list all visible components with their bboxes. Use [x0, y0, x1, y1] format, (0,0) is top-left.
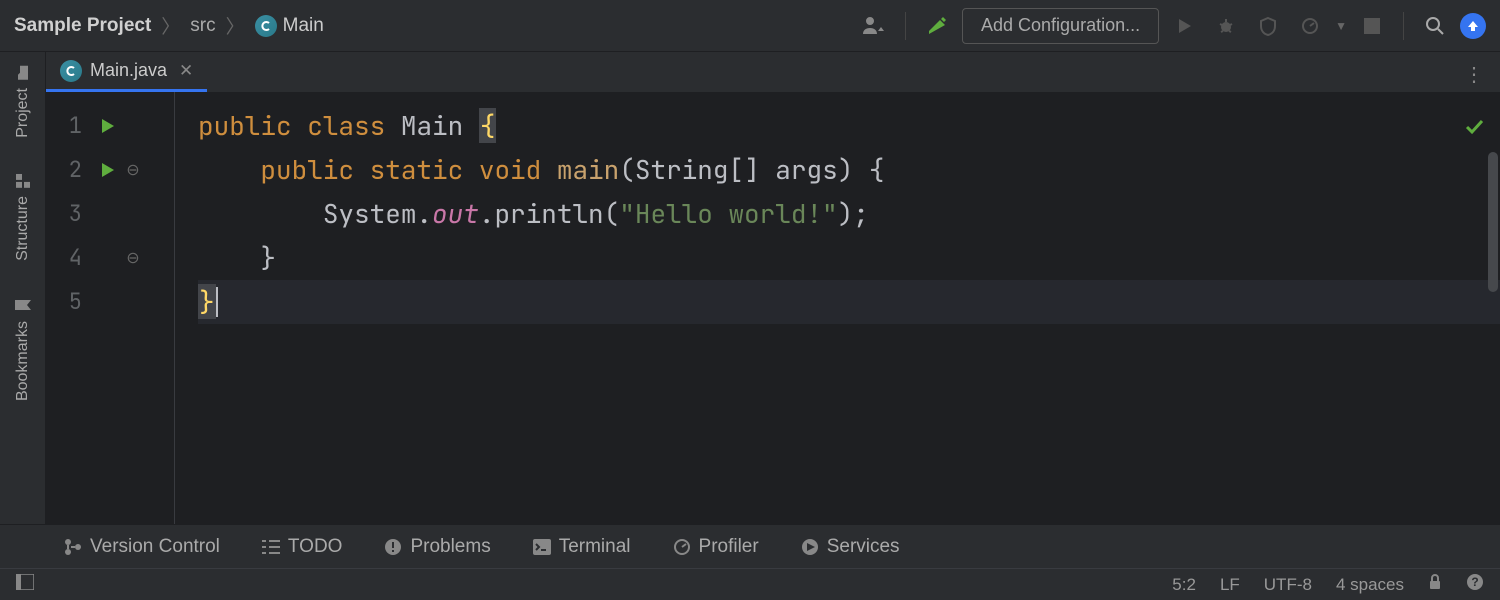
- divider: [905, 12, 906, 40]
- services-tool-tab[interactable]: Services: [801, 536, 900, 558]
- code-editor[interactable]: 12⊖34⊖5 public class Main { public stati…: [46, 92, 1500, 524]
- class-icon: [60, 60, 82, 82]
- gutter-line[interactable]: 2⊖: [46, 148, 174, 192]
- code-line[interactable]: public class Main {: [198, 104, 1500, 148]
- gutter-line[interactable]: 1: [46, 104, 174, 148]
- status-position[interactable]: 5:2: [1172, 575, 1196, 595]
- status-encoding[interactable]: UTF-8: [1264, 575, 1312, 595]
- stop-button[interactable]: [1355, 9, 1389, 43]
- structure-tool-tab[interactable]: Structure: [14, 174, 32, 261]
- divider: [1403, 12, 1404, 40]
- run-configuration-select[interactable]: Add Configuration...: [962, 8, 1159, 44]
- code-line[interactable]: System.out.println("Hello world!");: [198, 192, 1500, 236]
- version-control-tool-tab[interactable]: Version Control: [64, 536, 220, 558]
- structure-icon: [16, 174, 30, 188]
- update-button[interactable]: [1460, 13, 1486, 39]
- help-icon[interactable]: ?: [1466, 573, 1484, 596]
- code-line[interactable]: public static void main(String[] args) {: [198, 148, 1500, 192]
- run-gutter-icon[interactable]: [92, 162, 122, 178]
- vcs-user-button[interactable]: [857, 9, 891, 43]
- editor-tab-label: Main.java: [90, 60, 167, 81]
- code-line[interactable]: }: [198, 280, 1500, 324]
- bookmarks-tool-tab[interactable]: Bookmarks: [14, 297, 32, 401]
- chevron-right-icon: 〉: [161, 12, 180, 39]
- fold-icon[interactable]: ⊖: [122, 160, 144, 180]
- folder-icon: [16, 65, 30, 81]
- svg-text:?: ?: [1471, 575, 1478, 589]
- close-tab-icon[interactable]: ✕: [179, 61, 193, 81]
- chevron-right-icon: 〉: [226, 12, 245, 39]
- tab-menu-icon[interactable]: ⋮: [1464, 62, 1486, 87]
- terminal-tool-tab[interactable]: Terminal: [533, 536, 631, 558]
- gutter-line[interactable]: 4⊖: [46, 236, 174, 280]
- line-number: 1: [46, 115, 92, 137]
- inspection-ok-icon[interactable]: [1464, 106, 1484, 150]
- scrollbar[interactable]: [1488, 152, 1498, 292]
- status-indent[interactable]: 4 spaces: [1336, 575, 1404, 595]
- search-button[interactable]: [1418, 9, 1452, 43]
- status-bar: 5:2 LF UTF-8 4 spaces ?: [0, 568, 1500, 600]
- dropdown-caret-icon[interactable]: ▼: [1335, 19, 1347, 33]
- editor-gutter[interactable]: 12⊖34⊖5: [46, 92, 174, 524]
- run-gutter-icon[interactable]: [92, 118, 122, 134]
- status-line-separator[interactable]: LF: [1220, 575, 1240, 595]
- editor-tab-bar: Main.java ✕ ⋮: [46, 52, 1500, 92]
- text-caret: [216, 287, 218, 317]
- run-button[interactable]: [1167, 9, 1201, 43]
- line-number: 4: [46, 247, 92, 269]
- problems-tool-tab[interactable]: Problems: [384, 536, 490, 558]
- build-button[interactable]: [920, 9, 954, 43]
- todo-tool-tab[interactable]: TODO: [262, 536, 343, 558]
- readonly-lock-icon[interactable]: [1428, 574, 1442, 595]
- breadcrumb-file-label: Main: [283, 15, 324, 37]
- debug-button[interactable]: [1209, 9, 1243, 43]
- gutter-line[interactable]: 5: [46, 280, 174, 324]
- gutter-line[interactable]: 3: [46, 192, 174, 236]
- breadcrumb-dir[interactable]: src: [190, 15, 215, 37]
- code-area[interactable]: public class Main { public static void m…: [174, 92, 1500, 524]
- fold-icon[interactable]: ⊖: [122, 248, 144, 268]
- line-number: 2: [46, 159, 92, 181]
- profiler-tool-tab[interactable]: Profiler: [673, 536, 759, 558]
- line-number: 3: [46, 203, 92, 225]
- tool-window-bar-left: Project Structure Bookmarks: [0, 52, 46, 524]
- tool-windows-toggle-icon[interactable]: [16, 574, 34, 595]
- breadcrumb-file[interactable]: Main: [255, 15, 324, 37]
- breadcrumb[interactable]: Sample Project 〉 src 〉 Main: [14, 12, 324, 39]
- code-line[interactable]: }: [198, 236, 1500, 280]
- breadcrumb-project[interactable]: Sample Project: [14, 15, 151, 37]
- project-tool-tab[interactable]: Project: [14, 66, 32, 138]
- coverage-button[interactable]: [1251, 9, 1285, 43]
- line-number: 5: [46, 291, 92, 313]
- tool-window-bar-bottom: Version Control TODO Problems Terminal P…: [0, 524, 1500, 568]
- editor-tab-main[interactable]: Main.java ✕: [46, 52, 207, 92]
- bookmark-icon: [15, 299, 31, 311]
- class-icon: [255, 15, 277, 37]
- profile-button[interactable]: [1293, 9, 1327, 43]
- navigation-bar: Sample Project 〉 src 〉 Main Add Configur…: [0, 0, 1500, 52]
